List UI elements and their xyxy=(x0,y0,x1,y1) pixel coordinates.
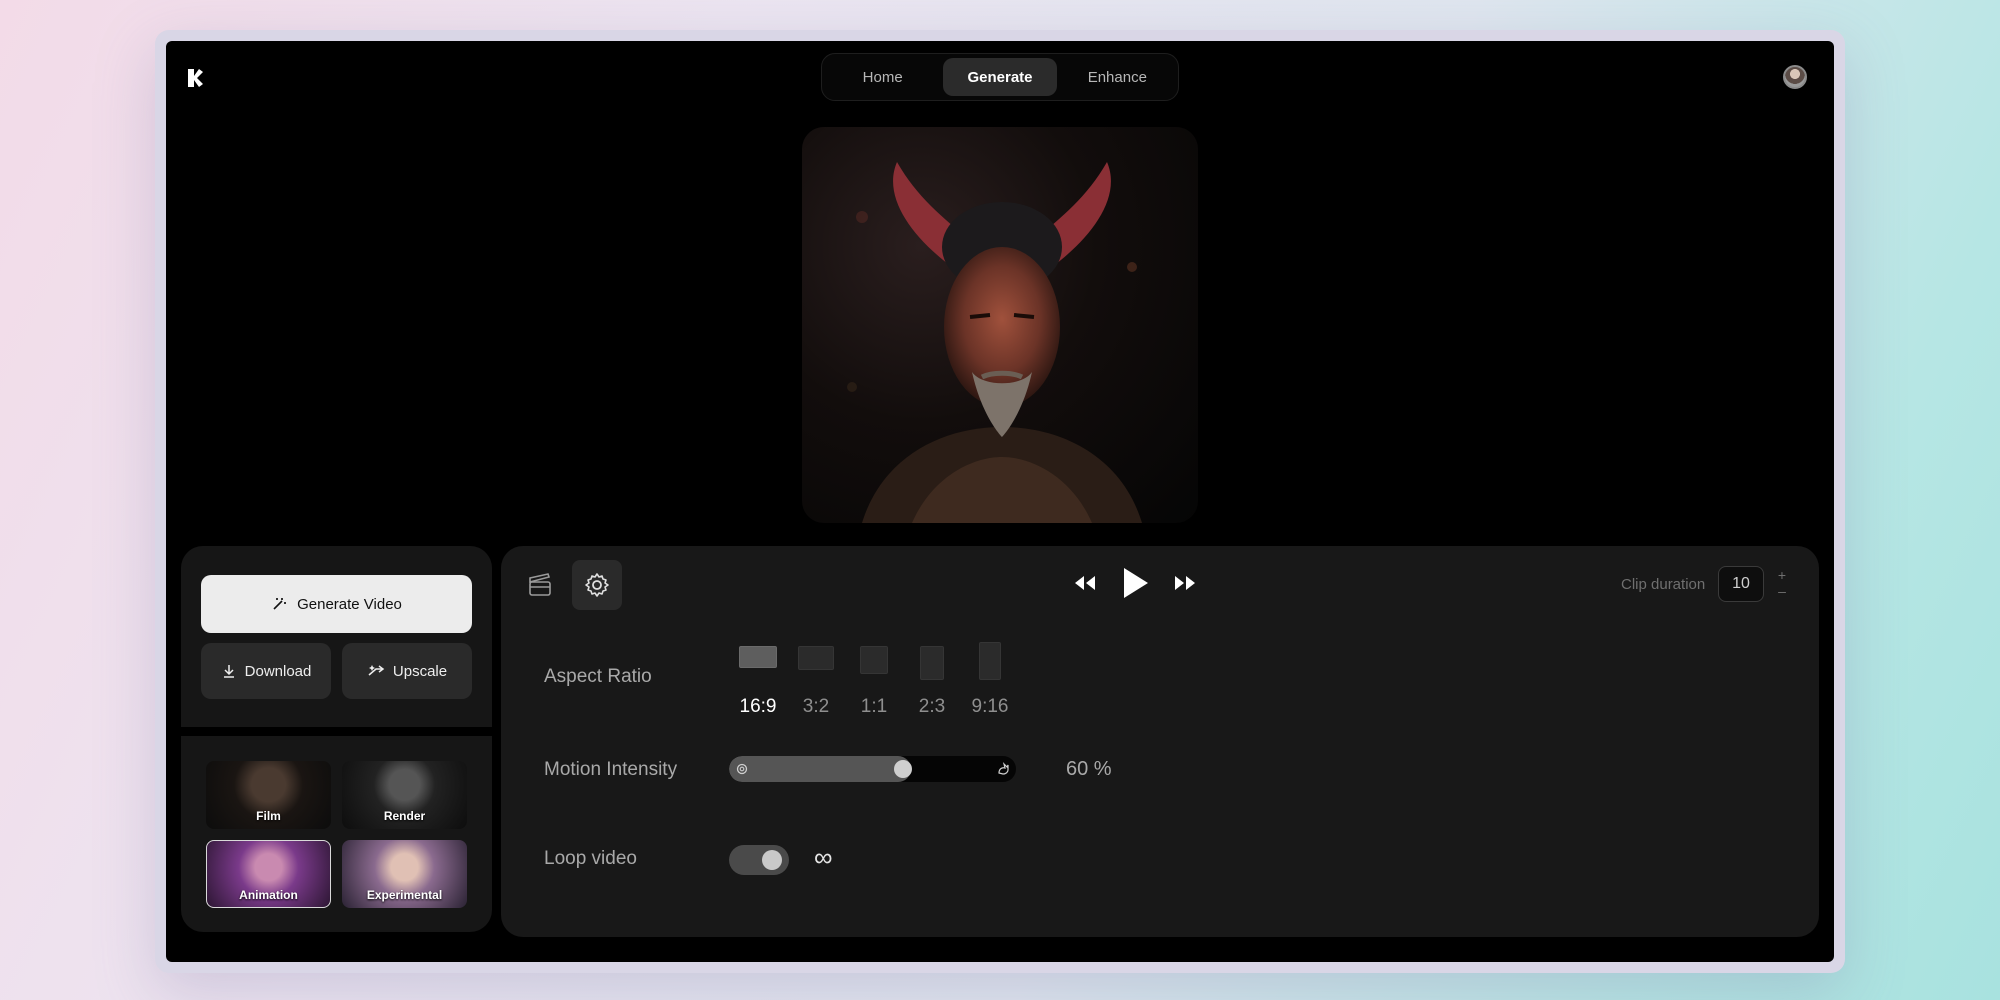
generate-video-button[interactable]: Generate Video xyxy=(201,575,472,633)
rewind-button[interactable] xyxy=(1070,568,1100,598)
video-preview xyxy=(802,127,1198,523)
fast-forward-icon xyxy=(1175,576,1195,590)
style-card-label: Experimental xyxy=(366,888,443,902)
play-button[interactable] xyxy=(1115,562,1155,604)
tab-generate[interactable]: Generate xyxy=(943,58,1057,96)
avatar[interactable] xyxy=(1783,65,1807,89)
aspect-16-9-option[interactable]: 16:9 xyxy=(738,646,778,717)
download-button[interactable]: Download xyxy=(201,643,331,699)
actions-panel: Generate Video Download Upscale xyxy=(181,546,492,727)
style-card-label: Render xyxy=(383,809,426,823)
warrior-portrait-image xyxy=(847,162,1142,523)
upscale-button[interactable]: Upscale xyxy=(342,643,472,699)
gear-icon xyxy=(585,573,609,597)
motion-intensity-fill xyxy=(729,756,911,782)
generate-video-label: Generate Video xyxy=(297,595,402,613)
fast-forward-button[interactable] xyxy=(1170,568,1200,598)
clapperboard-icon xyxy=(529,573,551,596)
aspect-3-2-label: 3:2 xyxy=(802,696,830,717)
loop-video-toggle[interactable] xyxy=(729,845,789,875)
motion-intensity-value: 60 % xyxy=(1066,758,1112,780)
motion-intensity-label: Motion Intensity xyxy=(544,759,678,780)
download-label: Download xyxy=(244,662,312,680)
aspect-9-16-label: 9:16 xyxy=(971,696,1009,717)
motion-intensity-slider[interactable] xyxy=(729,756,1016,782)
toggle-knob xyxy=(762,850,782,870)
clip-duration-label: Clip duration xyxy=(1621,576,1706,593)
settings-panel: Clip duration 10 + – Aspect Ratio 16:9 3… xyxy=(501,546,1819,937)
logo-icon xyxy=(188,69,203,87)
tab-enhance[interactable]: Enhance xyxy=(1061,58,1174,96)
aspect-3-2-option[interactable]: 3:2 xyxy=(796,646,836,717)
aspect-1-1-shape xyxy=(860,646,888,674)
snail-slow-icon xyxy=(736,763,748,775)
rabbit-fast-icon xyxy=(998,762,1009,775)
settings-button[interactable] xyxy=(572,560,622,610)
clapperboard-button[interactable] xyxy=(515,560,565,610)
tab-home[interactable]: Home xyxy=(826,58,939,96)
motion-intensity-thumb[interactable] xyxy=(894,760,912,778)
upscale-label: Upscale xyxy=(392,662,448,680)
upscale-sparkle-icon xyxy=(368,665,385,676)
infinity-icon: ∞ xyxy=(814,842,833,872)
aspect-ratio-label: Aspect Ratio xyxy=(544,666,652,687)
clip-duration-decrement[interactable]: – xyxy=(1775,584,1789,598)
aspect-1-1-option[interactable]: 1:1 xyxy=(854,646,894,717)
loop-video-label: Loop video xyxy=(544,848,637,869)
aspect-9-16-shape xyxy=(979,642,1001,680)
style-card-film[interactable]: Film xyxy=(206,761,331,829)
style-card-label: Animation xyxy=(239,888,298,902)
style-card-animation[interactable]: Animation xyxy=(206,840,331,908)
aspect-16-9-shape xyxy=(739,646,777,668)
style-card-render[interactable]: Render xyxy=(342,761,467,829)
clip-duration-input[interactable]: 10 xyxy=(1718,566,1764,602)
clip-duration-increment[interactable]: + xyxy=(1775,568,1789,582)
main-nav: Home Generate Enhance xyxy=(821,53,1179,101)
aspect-1-1-label: 1:1 xyxy=(860,696,888,717)
style-card-label: Film xyxy=(256,809,281,823)
rewind-icon xyxy=(1075,576,1095,590)
aspect-2-3-label: 2:3 xyxy=(918,696,946,717)
aspect-9-16-option[interactable]: 9:16 xyxy=(970,642,1010,717)
app-window: Home Generate Enhance Generate Video Dow… xyxy=(166,41,1834,962)
aspect-2-3-shape xyxy=(920,646,944,680)
aspect-16-9-label: 16:9 xyxy=(739,696,777,717)
style-presets-panel: Film Render Animation Experimental xyxy=(181,736,492,932)
magic-wand-icon xyxy=(273,598,287,610)
aspect-2-3-option[interactable]: 2:3 xyxy=(912,646,952,717)
download-icon xyxy=(223,665,234,678)
style-card-experimental[interactable]: Experimental xyxy=(342,840,467,908)
play-icon xyxy=(1124,568,1148,598)
aspect-3-2-shape xyxy=(798,646,834,670)
